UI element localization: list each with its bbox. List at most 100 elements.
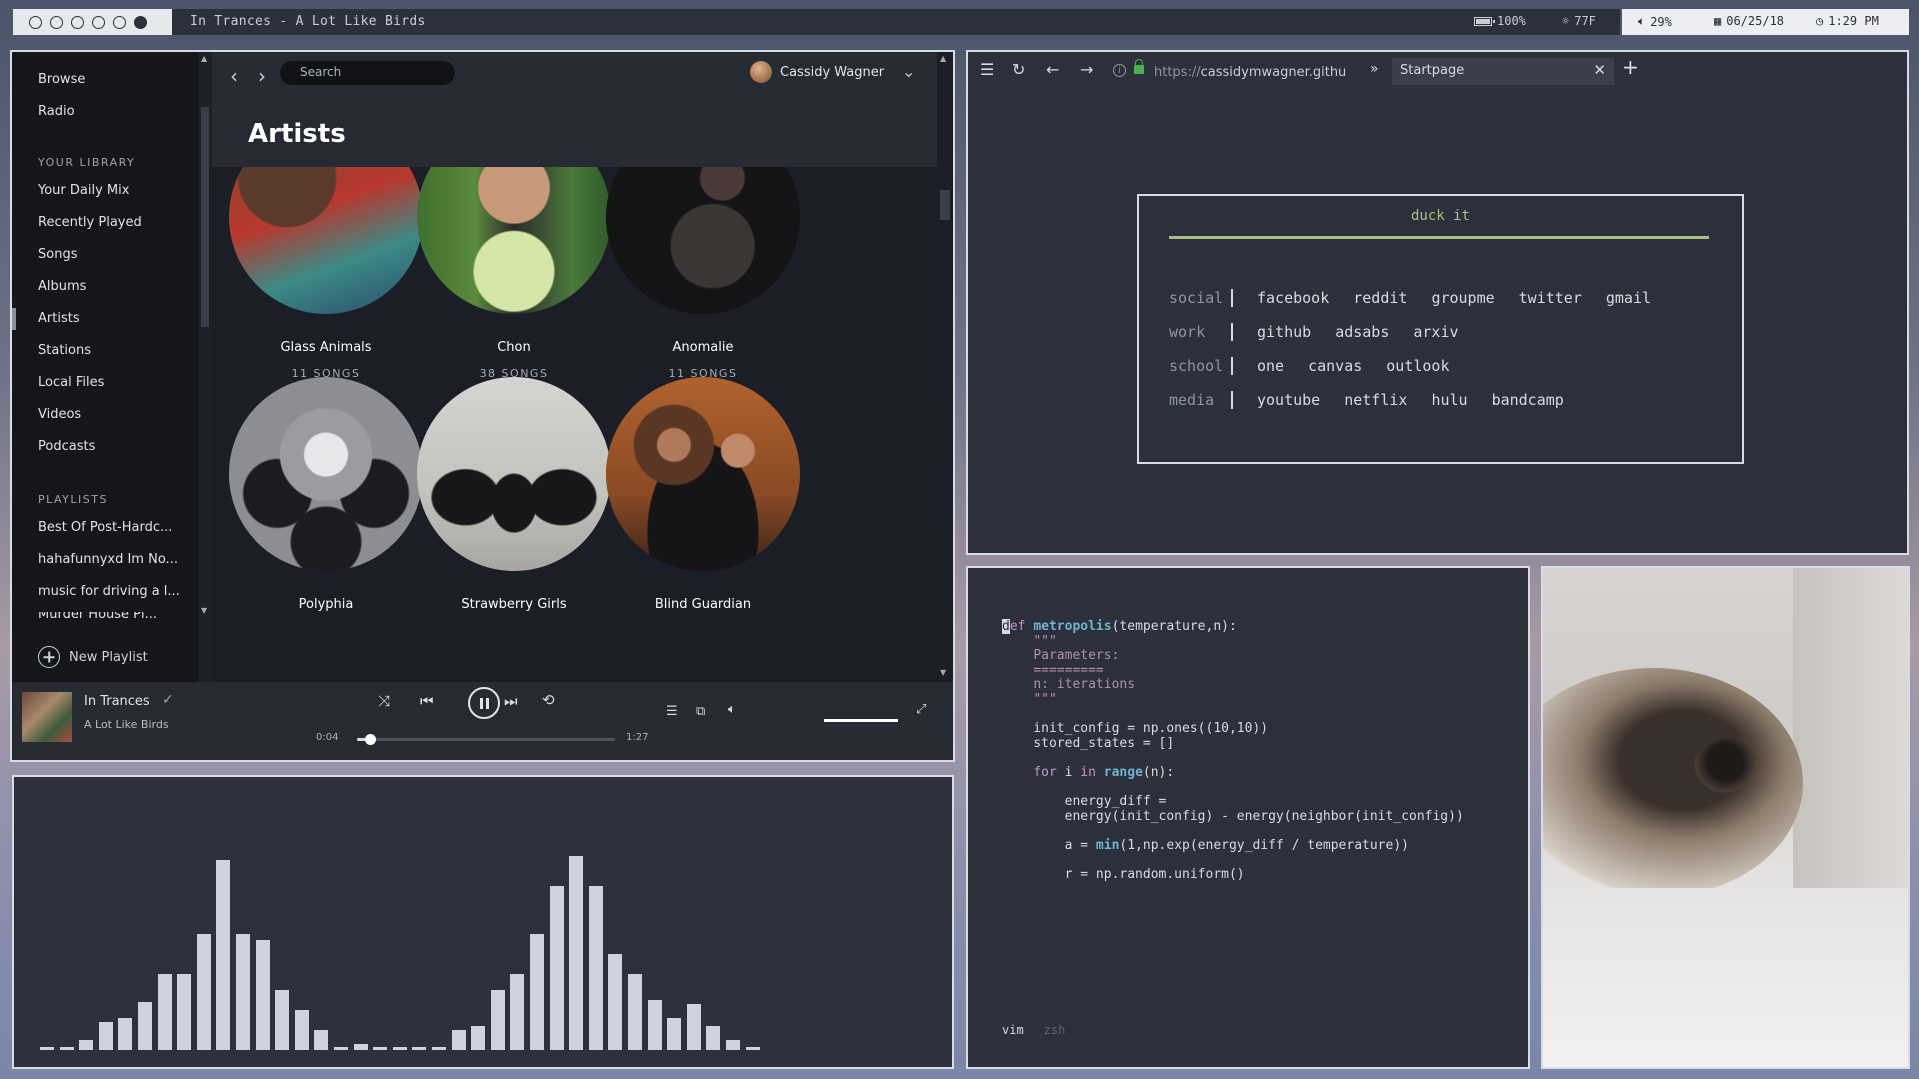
terminal-window[interactable]: def metropolis(temperature,n): """ Param… — [966, 566, 1530, 1069]
new-playlist-button[interactable]: New Playlist — [38, 646, 148, 668]
workspace-1[interactable] — [29, 15, 42, 29]
volume-slider[interactable] — [824, 719, 898, 722]
audio-visualizer — [12, 775, 954, 1069]
playlist-item[interactable]: Best Of Post-Hardc... — [38, 520, 172, 535]
content-scrollbar[interactable]: ▲ ▼ — [937, 52, 952, 682]
link-outlook[interactable]: outlook — [1386, 357, 1449, 375]
info-icon[interactable]: i — [1113, 64, 1126, 77]
user-menu[interactable]: Cassidy Wagner — [750, 61, 884, 83]
workspace-3[interactable] — [71, 15, 84, 29]
artist-name: Strawberry Girls — [461, 597, 567, 612]
overflow-icon[interactable]: » — [1370, 61, 1379, 77]
visualizer-bar — [392, 1047, 407, 1050]
progress-bar[interactable] — [357, 734, 615, 745]
library-artists[interactable]: Artists — [38, 311, 80, 326]
next-icon[interactable]: ⏭ — [504, 692, 518, 710]
workspace-4[interactable] — [92, 15, 105, 29]
workspace-6-active[interactable] — [134, 15, 147, 29]
queue-icon[interactable]: ☰ — [666, 704, 678, 719]
link-facebook[interactable]: facebook — [1257, 289, 1329, 307]
link-gmail[interactable]: gmail — [1606, 289, 1651, 307]
tmux-window-vim[interactable]: vim — [1002, 1023, 1024, 1037]
artist-card-polyphia[interactable]: Polyphia — [228, 377, 424, 624]
now-playing-bar: In Trances ✓ A Lot Like Birds ⤨ ⏮ ⏭ ⟲ 0:… — [12, 682, 953, 760]
library-albums[interactable]: Albums — [38, 279, 86, 294]
link-twitter[interactable]: twitter — [1519, 289, 1582, 307]
back-icon[interactable]: ← — [1046, 60, 1059, 79]
devices-icon[interactable]: ⧉ — [696, 704, 705, 719]
playlist-item[interactable]: Murder House Pl... — [38, 612, 157, 621]
tab-startpage[interactable]: Startpage ✕ — [1392, 58, 1614, 85]
menu-icon[interactable]: ☰ — [980, 60, 994, 79]
link-groupme[interactable]: groupme — [1431, 289, 1494, 307]
scroll-thumb[interactable] — [201, 107, 209, 327]
library-daily-mix[interactable]: Your Daily Mix — [38, 183, 129, 198]
artist-card-strawberry-girls[interactable]: Strawberry Girls — [416, 377, 612, 624]
visualizer-bar — [510, 974, 525, 1050]
visualizer-bar — [138, 1002, 152, 1050]
link-reddit[interactable]: reddit — [1353, 289, 1407, 307]
workspace-2[interactable] — [50, 15, 63, 29]
close-icon[interactable]: ✕ — [1593, 61, 1606, 79]
pause-button[interactable] — [468, 687, 500, 719]
back-icon[interactable]: ‹ — [230, 64, 238, 88]
artist-card-blind-guardian[interactable]: Blind Guardian — [605, 377, 801, 624]
link-adsabs[interactable]: adsabs — [1335, 323, 1389, 341]
scroll-up-icon[interactable]: ▲ — [201, 54, 207, 63]
link-one[interactable]: one — [1257, 357, 1284, 375]
search-input[interactable]: Search — [280, 61, 455, 85]
library-recently-played[interactable]: Recently Played — [38, 215, 142, 230]
volume-icon[interactable]: 🔈︎ — [728, 702, 736, 717]
search-title[interactable]: duck it — [1139, 208, 1742, 224]
page-title: Artists — [248, 119, 346, 149]
sidebar-scrollbar[interactable]: ▲ ▼ — [198, 52, 212, 682]
shuffle-icon[interactable]: ⤨ — [378, 692, 390, 710]
library-podcasts[interactable]: Podcasts — [38, 439, 95, 454]
chevron-down-icon[interactable]: ⌄ — [902, 62, 915, 81]
progress-knob[interactable] — [364, 734, 376, 745]
link-github[interactable]: github — [1257, 323, 1311, 341]
weather-value: 77F — [1574, 14, 1596, 28]
scroll-down-icon[interactable]: ▼ — [201, 606, 207, 615]
tmux-window-zsh[interactable]: zsh — [1044, 1023, 1066, 1037]
link-bandcamp[interactable]: bandcamp — [1492, 391, 1564, 409]
spotify-sidebar: Browse Radio YOUR LIBRARY Your Daily Mix… — [12, 52, 198, 682]
link-youtube[interactable]: youtube — [1257, 391, 1320, 409]
previous-icon[interactable]: ⏮ — [420, 692, 434, 710]
nav-browse[interactable]: Browse — [38, 72, 85, 87]
nav-radio[interactable]: Radio — [38, 104, 75, 119]
workspace-5[interactable] — [113, 15, 126, 29]
workspace-switcher[interactable] — [13, 9, 172, 35]
link-hulu[interactable]: hulu — [1431, 391, 1467, 409]
visualizer-bar — [334, 1047, 348, 1050]
link-canvas[interactable]: canvas — [1308, 357, 1362, 375]
visualizer-bar — [726, 1040, 740, 1050]
new-tab-icon[interactable]: + — [1622, 55, 1639, 79]
playlist-item[interactable]: music for driving a l... — [38, 584, 180, 599]
track-title[interactable]: In Trances — [84, 694, 150, 709]
forward-icon[interactable]: › — [258, 64, 266, 88]
visualizer-bar — [745, 1047, 760, 1050]
playlist-item[interactable]: hahafunnyxd Im No... — [38, 552, 178, 567]
track-artist[interactable]: A Lot Like Birds — [84, 718, 169, 731]
reload-icon[interactable]: ↻ — [1012, 60, 1025, 79]
library-local-files[interactable]: Local Files — [38, 375, 104, 390]
forward-icon[interactable]: → — [1080, 60, 1093, 79]
library-stations[interactable]: Stations — [38, 343, 91, 358]
scroll-down-icon[interactable]: ▼ — [940, 668, 946, 677]
scroll-thumb[interactable] — [940, 190, 950, 220]
visualizer-bar — [294, 1010, 309, 1050]
repeat-icon[interactable]: ⟲ — [542, 691, 555, 709]
scroll-up-icon[interactable]: ▲ — [940, 54, 946, 63]
library-videos[interactable]: Videos — [38, 407, 81, 422]
volume-status[interactable]: 🔈︎ 29% — [1638, 14, 1672, 29]
vim-code-buffer[interactable]: def metropolis(temperature,n): """ Param… — [1002, 619, 1464, 883]
library-songs[interactable]: Songs — [38, 247, 77, 262]
url-bar[interactable]: https://cassidymwagner.githu — [1154, 65, 1346, 80]
link-netflix[interactable]: netflix — [1344, 391, 1407, 409]
fullscreen-icon[interactable]: ⤢ — [916, 702, 926, 717]
album-cover[interactable] — [22, 692, 72, 742]
link-arxiv[interactable]: arxiv — [1413, 323, 1458, 341]
check-icon[interactable]: ✓ — [162, 692, 174, 708]
visualizer-bar — [471, 1026, 486, 1050]
